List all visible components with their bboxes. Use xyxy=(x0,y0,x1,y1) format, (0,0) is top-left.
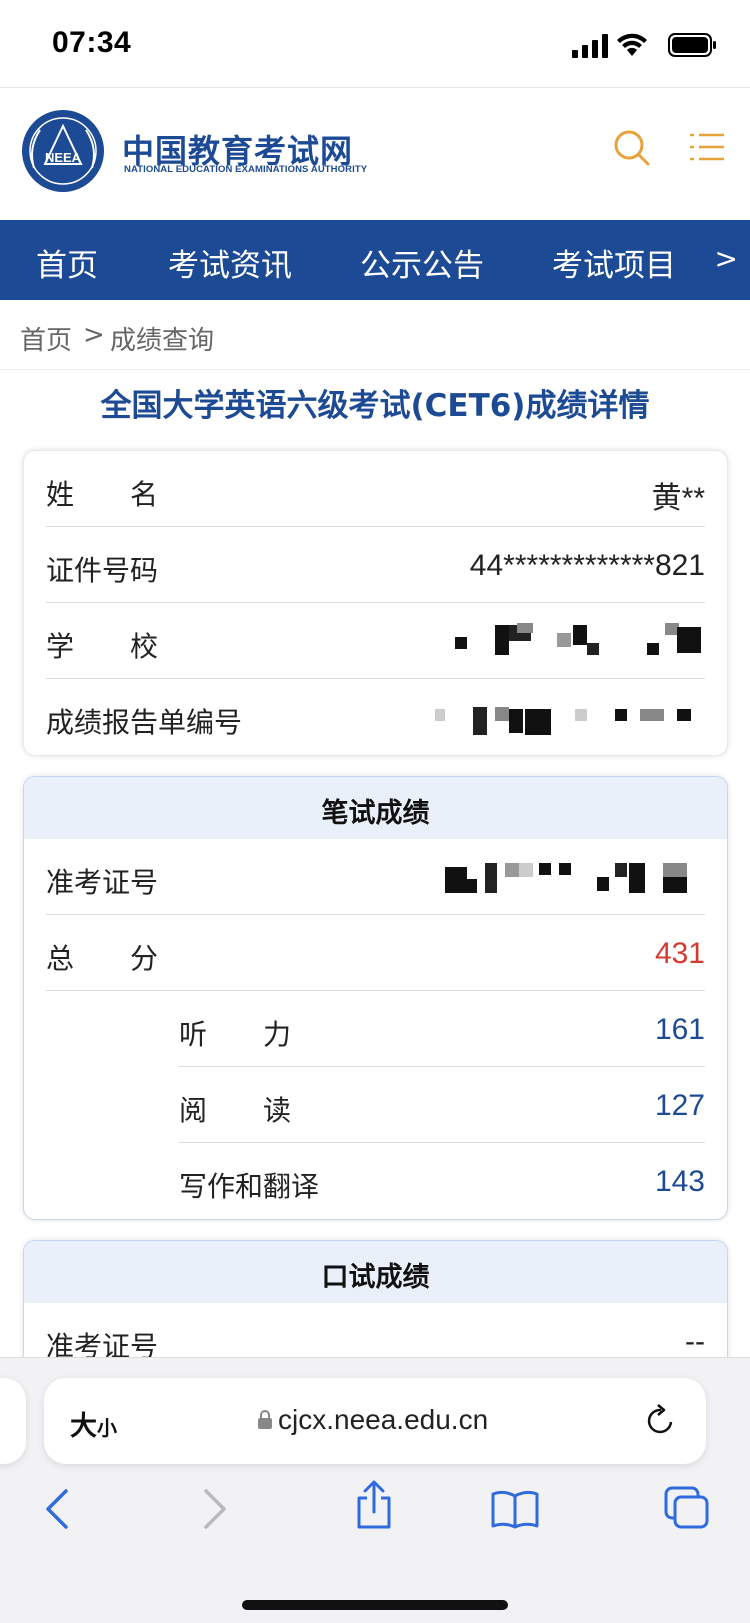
total-score-label: 总 分 xyxy=(46,942,159,975)
written-admission-row: 准考证号 xyxy=(46,839,705,915)
nav-item-exam-news[interactable]: 考试资讯 xyxy=(168,240,292,285)
oral-admission-value: -- xyxy=(685,1325,705,1358)
school-label: 学 校 xyxy=(46,630,159,663)
listening-row: 听 力 161 xyxy=(179,991,705,1067)
redacted-school-mosaic xyxy=(455,623,701,655)
site-header: NEEA 中国教育考试网 NATIONAL EDUCATION EXAMINAT… xyxy=(0,88,750,220)
browser-bottom-bar: 大小 cjcx.neea.edu.cn xyxy=(0,1357,750,1623)
redacted-report-number-mosaic xyxy=(435,707,691,735)
nav-more-arrow[interactable]: > xyxy=(715,242,738,275)
cellular-signal-icon xyxy=(572,34,608,58)
name-label: 姓 名 xyxy=(46,478,159,511)
tabs-icon[interactable] xyxy=(664,1486,710,1530)
writing-translation-label: 写作和翻译 xyxy=(179,1170,320,1203)
status-bar: 07:34 xyxy=(0,0,750,88)
back-icon[interactable] xyxy=(44,1488,70,1530)
redacted-admission-number-mosaic xyxy=(445,863,687,893)
name-value: 黄** xyxy=(651,482,705,515)
report-number-row: 成绩报告单编号 xyxy=(46,679,705,755)
personal-info-card: 姓 名 黄** 证件号码 44*************821 学 校 成绩报告… xyxy=(23,450,728,756)
text-size-big: 大 xyxy=(70,1411,97,1442)
writing-translation-score: 143 xyxy=(654,1165,705,1198)
total-score-value: 431 xyxy=(654,937,705,970)
emblem-text: NEEA xyxy=(45,150,82,165)
bookmarks-icon[interactable] xyxy=(490,1490,540,1530)
address-bar[interactable]: 大小 cjcx.neea.edu.cn xyxy=(44,1378,706,1464)
nav-item-announcements[interactable]: 公示公告 xyxy=(360,240,484,285)
listening-score: 161 xyxy=(654,1013,705,1046)
report-number-label: 成绩报告单编号 xyxy=(46,706,243,739)
reading-row: 阅 读 127 xyxy=(179,1067,705,1143)
nav-item-exam-programs[interactable]: 考试项目 xyxy=(552,240,676,285)
battery-icon xyxy=(668,33,716,57)
site-name-en: NATIONAL EDUCATION EXAMINATIONS AUTHORIT… xyxy=(124,164,368,175)
breadcrumb-separator: > xyxy=(83,320,105,350)
total-score-row: 总 分 431 xyxy=(46,915,705,991)
written-admission-label: 准考证号 xyxy=(46,866,159,899)
url-text[interactable]: cjcx.neea.edu.cn xyxy=(278,1404,488,1436)
writing-translation-row: 写作和翻译 143 xyxy=(179,1143,705,1219)
oral-scores-heading: 口试成绩 xyxy=(24,1241,727,1303)
reload-icon[interactable] xyxy=(644,1402,678,1438)
home-indicator xyxy=(242,1600,508,1610)
listening-label: 听 力 xyxy=(179,1018,292,1051)
written-scores-card: 笔试成绩 准考证号 总 分 431 听 力 161 阅 读 127 写作和翻译 xyxy=(23,776,728,1220)
reading-score: 127 xyxy=(654,1089,705,1122)
status-time: 07:34 xyxy=(52,26,132,59)
id-number-value: 44*************821 xyxy=(469,549,705,582)
id-number-row: 证件号码 44*************821 xyxy=(46,527,705,603)
school-row: 学 校 xyxy=(46,603,705,679)
page-title: 全国大学英语六级考试(CET6)成绩详情 xyxy=(100,388,650,424)
breadcrumb-current: 成绩查询 xyxy=(110,326,215,356)
text-size-button[interactable]: 大小 xyxy=(70,1404,117,1443)
breadcrumb: 首页 > 成绩查询 xyxy=(0,300,750,370)
written-scores-heading: 笔试成绩 xyxy=(24,777,727,839)
id-number-label: 证件号码 xyxy=(46,554,159,587)
status-icons xyxy=(572,30,722,60)
main-nav: 首页 考试资讯 公示公告 考试项目 > xyxy=(0,220,750,300)
text-size-small: 小 xyxy=(97,1416,117,1440)
name-row: 姓 名 黄** xyxy=(46,451,705,527)
wifi-icon xyxy=(617,33,647,56)
forward-icon[interactable] xyxy=(202,1488,228,1530)
reading-label: 阅 读 xyxy=(179,1094,292,1127)
lock-icon xyxy=(258,1410,272,1429)
share-icon[interactable] xyxy=(354,1480,394,1530)
previous-tab-peek[interactable] xyxy=(0,1378,26,1464)
nav-item-home[interactable]: 首页 xyxy=(36,240,98,285)
search-icon[interactable] xyxy=(612,128,652,168)
menu-icon[interactable] xyxy=(690,132,726,164)
neea-emblem-icon[interactable]: NEEA xyxy=(20,108,106,194)
breadcrumb-home[interactable]: 首页 xyxy=(20,320,72,357)
